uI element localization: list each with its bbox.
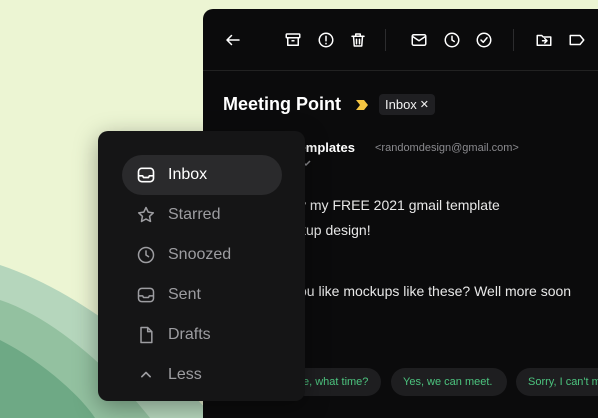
sidebar-item-sent[interactable]: Sent <box>122 275 282 315</box>
back-arrow-icon[interactable] <box>223 30 243 50</box>
sidebar-item-starred[interactable]: Starred <box>122 195 282 235</box>
clock-icon <box>137 246 155 264</box>
file-icon <box>140 326 153 344</box>
sidebar-item-label: Less <box>168 366 202 383</box>
clock-icon[interactable] <box>442 30 462 50</box>
toolbar-separator <box>385 29 386 51</box>
email-toolbar <box>203 9 598 71</box>
sidebar-item-label: Drafts <box>168 326 211 343</box>
email-subject: Meeting Point <box>223 94 341 114</box>
sidebar-item-label: Starred <box>168 206 221 223</box>
mail-icon[interactable] <box>409 30 429 50</box>
toolbar-separator <box>513 29 514 51</box>
sidebar-item-less[interactable]: Less <box>122 355 282 395</box>
label-chip-inbox: Inbox ✕ <box>379 94 435 115</box>
sidebar-item-label: Snoozed <box>168 246 232 263</box>
sidebar-item-inbox[interactable]: Inbox <box>122 155 282 195</box>
inbox-icon <box>137 167 155 183</box>
check-circle-icon[interactable] <box>474 30 494 50</box>
important-marker-icon[interactable] <box>355 99 369 111</box>
email-body-line: y my FREE 2021 gmail template <box>299 197 500 213</box>
smart-reply-chip[interactable]: Yes, we can meet. <box>391 368 507 396</box>
folder-sidebar: Inbox Starred Snoozed Sent Drafts Less <box>98 131 305 401</box>
star-icon <box>137 206 155 223</box>
sender-email: <randomdesign@gmail.com> <box>375 142 519 154</box>
sidebar-item-label: Sent <box>168 286 201 303</box>
archive-icon[interactable] <box>283 30 303 50</box>
trash-icon[interactable] <box>348 30 368 50</box>
sidebar-item-label: Inbox <box>168 166 208 183</box>
sent-tray-icon <box>137 287 155 303</box>
email-body-line: ou like mockups like these? Well more so… <box>299 283 572 299</box>
chevron-up-icon <box>141 371 151 378</box>
smart-reply-chip[interactable]: Sorry, I can't m <box>516 368 598 396</box>
label-chip-text: Inbox <box>385 97 417 112</box>
label-icon[interactable] <box>567 30 587 50</box>
email-body-line: kup design! <box>299 222 371 238</box>
sidebar-item-snoozed[interactable]: Snoozed <box>122 235 282 275</box>
report-spam-icon[interactable] <box>316 30 336 50</box>
remove-label-icon[interactable]: ✕ <box>420 98 429 111</box>
sidebar-item-drafts[interactable]: Drafts <box>122 315 282 355</box>
move-to-folder-icon[interactable] <box>534 30 554 50</box>
